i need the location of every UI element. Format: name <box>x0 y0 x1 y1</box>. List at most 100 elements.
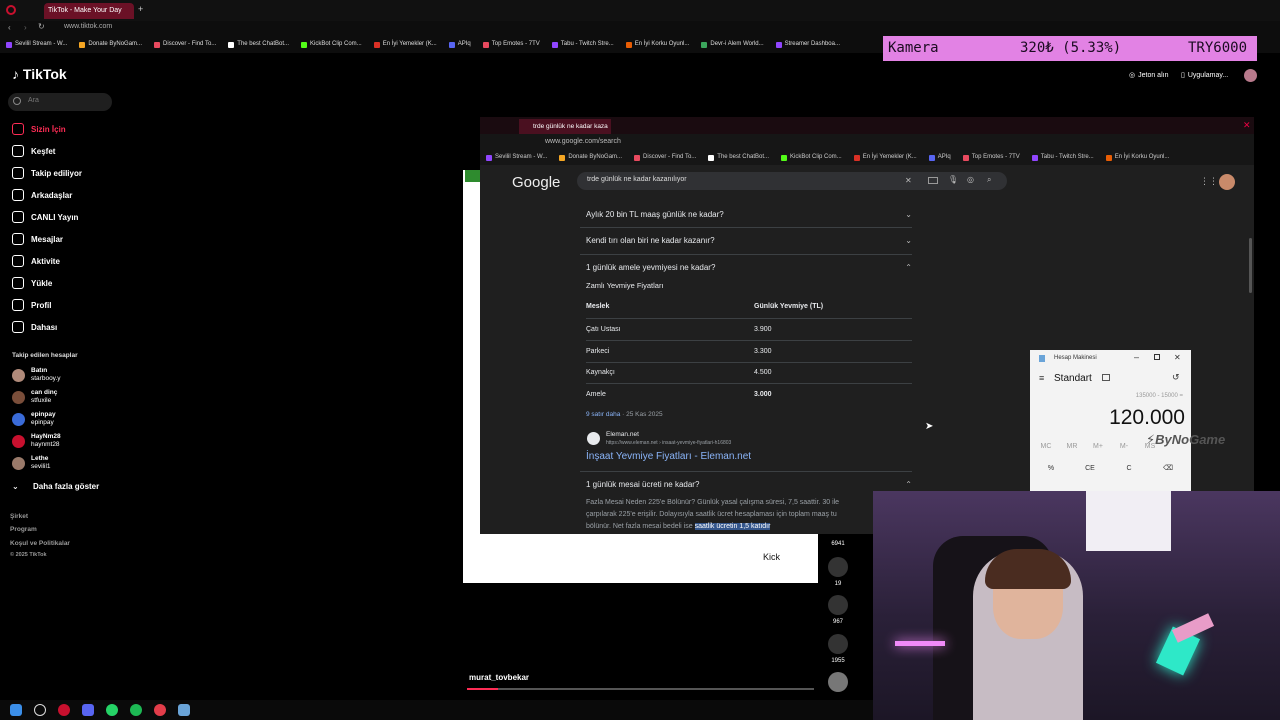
sidebar-item-compass[interactable]: Keşfet <box>12 144 55 158</box>
menu-icon[interactable]: ≡ <box>1039 373 1044 383</box>
bookmark-item[interactable]: Sevilil Stream - W... <box>0 36 73 53</box>
close-icon[interactable]: ✕ <box>1174 353 1181 362</box>
inner-tab-google[interactable]: trde günlük ne kadar kaza <box>519 119 611 134</box>
minimize-icon[interactable]: – <box>1134 352 1139 362</box>
memory-key[interactable]: M+ <box>1086 440 1110 454</box>
keep-on-top-icon[interactable] <box>1102 374 1110 381</box>
inner-bookmark-item[interactable]: Discover - Find To... <box>628 150 702 165</box>
microphone-icon[interactable]: 🎙 <box>948 175 958 184</box>
save-button[interactable]: 967 <box>826 595 850 625</box>
google-avatar[interactable] <box>1219 174 1235 190</box>
opera-icon[interactable] <box>58 704 70 716</box>
keyboard-icon[interactable] <box>928 177 938 184</box>
inner-bookmark-item[interactable]: The best ChatBot... <box>702 150 775 165</box>
music-disc-icon[interactable] <box>828 672 848 692</box>
search-submit-icon[interactable]: ⌕ <box>987 175 991 185</box>
avatar[interactable] <box>1244 69 1257 82</box>
following-account[interactable]: HayNm28 haynmt28 <box>12 433 61 449</box>
search-input[interactable]: Ara <box>8 93 112 111</box>
source-title-link[interactable]: İnşaat Yevmiye Fiyatları - Eleman.net <box>586 451 751 462</box>
lens-icon[interactable]: ◎ <box>967 175 974 184</box>
share-button[interactable]: 1955 <box>826 634 850 664</box>
browser-tab-tiktok[interactable]: TikTok - Make Your Day <box>44 3 134 19</box>
whatsapp-icon[interactable] <box>106 704 118 716</box>
faq-item-expanded[interactable]: 1 günlük amele yevmiyesi ne kadar? ⌃ <box>586 263 912 272</box>
inner-bookmark-item[interactable]: Tabu - Twitch Stre... <box>1026 150 1100 165</box>
search-icon[interactable] <box>34 704 46 716</box>
inner-bookmark-item[interactable]: Donate ByNoGam... <box>553 150 628 165</box>
inner-bookmark-item[interactable]: KickBot Clip Com... <box>775 150 848 165</box>
windows-start-icon[interactable] <box>10 704 22 716</box>
sidebar-item-friends[interactable]: Arkadaşlar <box>12 188 72 202</box>
following-account[interactable]: epinpay epinpay <box>12 411 56 427</box>
google-logo[interactable]: Google <box>512 174 560 191</box>
bookmark-item[interactable]: Top Emotes - 7TV <box>477 36 546 53</box>
memory-key[interactable]: M- <box>1112 440 1136 454</box>
forward-icon[interactable]: › <box>24 23 27 32</box>
faq-item-expanded[interactable]: 1 günlük mesai ücreti ne kadar? ⌃ <box>586 480 912 489</box>
bookmark-item[interactable]: APIq <box>443 36 477 53</box>
more-rows-link[interactable]: 9 satır daha · 25 Kas 2025 <box>586 411 663 418</box>
google-search-input[interactable]: trde günlük ne kadar kazanılıyor <box>577 172 1007 190</box>
bookmark-item[interactable]: En İyi Yemekler (K... <box>368 36 443 53</box>
sidebar-item-messages[interactable]: Mesajlar <box>12 232 63 246</box>
following-account[interactable]: can dinç stfuxile <box>12 389 57 405</box>
url-text[interactable]: www.tiktok.com <box>64 23 112 30</box>
sidebar-item-home[interactable]: Sizin İçin <box>12 122 66 136</box>
inner-bookmark-item[interactable]: Sevilil Stream - W... <box>480 150 553 165</box>
calculator-key[interactable]: CE <box>1072 462 1108 476</box>
sidebar-item-live[interactable]: CANLI Yayın <box>12 210 78 224</box>
show-more-button[interactable]: ⌄ Daha fazla göster <box>12 479 99 493</box>
bookmark-item[interactable]: Tabu - Twitch Stre... <box>546 36 620 53</box>
sidebar-item-profile[interactable]: Profil <box>12 298 51 312</box>
inner-bookmark-item[interactable]: En İyi Yemekler (K... <box>848 150 923 165</box>
maximize-icon[interactable] <box>1154 354 1160 360</box>
video-username[interactable]: murat_tovbekar <box>469 673 529 682</box>
get-coins-button[interactable]: ◎ Jeton alın <box>1129 71 1168 80</box>
apps-grid-icon[interactable]: ⋮⋮ <box>1200 176 1218 187</box>
sidebar-item-upload[interactable]: Yükle <box>12 276 52 290</box>
discord-icon[interactable] <box>82 704 94 716</box>
inner-bookmark-item[interactable]: Top Emotes - 7TV <box>957 150 1026 165</box>
calculator-app-icon[interactable] <box>178 704 190 716</box>
get-app-button[interactable]: ▯ Uygulamay... <box>1181 71 1228 80</box>
memory-key[interactable]: MR <box>1060 440 1084 454</box>
new-tab-button[interactable]: + <box>138 4 143 14</box>
comment-button[interactable]: 19 <box>826 557 850 587</box>
footer-link[interactable]: Program <box>10 526 37 533</box>
sidebar-item-more[interactable]: Dahası <box>12 320 57 334</box>
tiktok-logo[interactable]: ♪ TikTok <box>12 66 67 82</box>
bookmark-item[interactable]: KickBot Clip Com... <box>295 36 368 53</box>
inner-url-text[interactable]: www.google.com/search <box>545 138 621 145</box>
inner-bookmark-item[interactable]: APIq <box>923 150 957 165</box>
following-account[interactable]: Lethe sevilil1 <box>12 455 51 471</box>
bookmark-item[interactable]: The best ChatBot... <box>222 36 295 53</box>
calculator-key[interactable]: % <box>1033 462 1069 476</box>
video-progress-track[interactable] <box>467 688 814 690</box>
address-bar[interactable] <box>0 21 1280 36</box>
reload-icon[interactable]: ↻ <box>38 22 45 31</box>
opera-gx-icon[interactable] <box>154 704 166 716</box>
calculator-key[interactable]: C <box>1111 462 1147 476</box>
following-account[interactable]: Batın starbooy.y <box>12 367 61 383</box>
back-icon[interactable]: ‹ <box>8 23 11 32</box>
bookmark-item[interactable]: Devr-i Alem World... <box>695 36 769 53</box>
bookmark-item[interactable]: Discover - Find To... <box>148 36 222 53</box>
footer-link[interactable]: Koşul ve Politikalar <box>10 540 70 547</box>
bookmark-item[interactable]: Donate ByNoGam... <box>73 36 148 53</box>
faq-item[interactable]: Aylık 20 bin TL maaş günlük ne kadar? ⌄ <box>586 210 912 219</box>
footer-link[interactable]: Şirket <box>10 513 28 520</box>
scrollbar-thumb[interactable] <box>1249 238 1252 293</box>
spotify-icon[interactable] <box>130 704 142 716</box>
inner-close-icon[interactable]: ✕ <box>1243 120 1251 131</box>
clear-search-icon[interactable]: ✕ <box>905 176 912 185</box>
inner-bookmark-item[interactable]: En İyi Korku Oyunl... <box>1100 150 1176 165</box>
sidebar-item-activity[interactable]: Aktivite <box>12 254 60 268</box>
bookmark-item[interactable]: En İyi Korku Oyunl... <box>620 36 696 53</box>
history-icon[interactable]: ↺ <box>1172 372 1180 383</box>
sidebar-item-following[interactable]: Takip ediliyor <box>12 166 82 180</box>
bookmark-item[interactable]: Streamer Dashboa... <box>770 36 846 53</box>
faq-item[interactable]: Kendi tırı olan biri ne kadar kazanır? ⌄ <box>586 236 912 245</box>
calculator-key[interactable]: ⌫ <box>1150 462 1186 476</box>
memory-key[interactable]: MC <box>1034 440 1058 454</box>
